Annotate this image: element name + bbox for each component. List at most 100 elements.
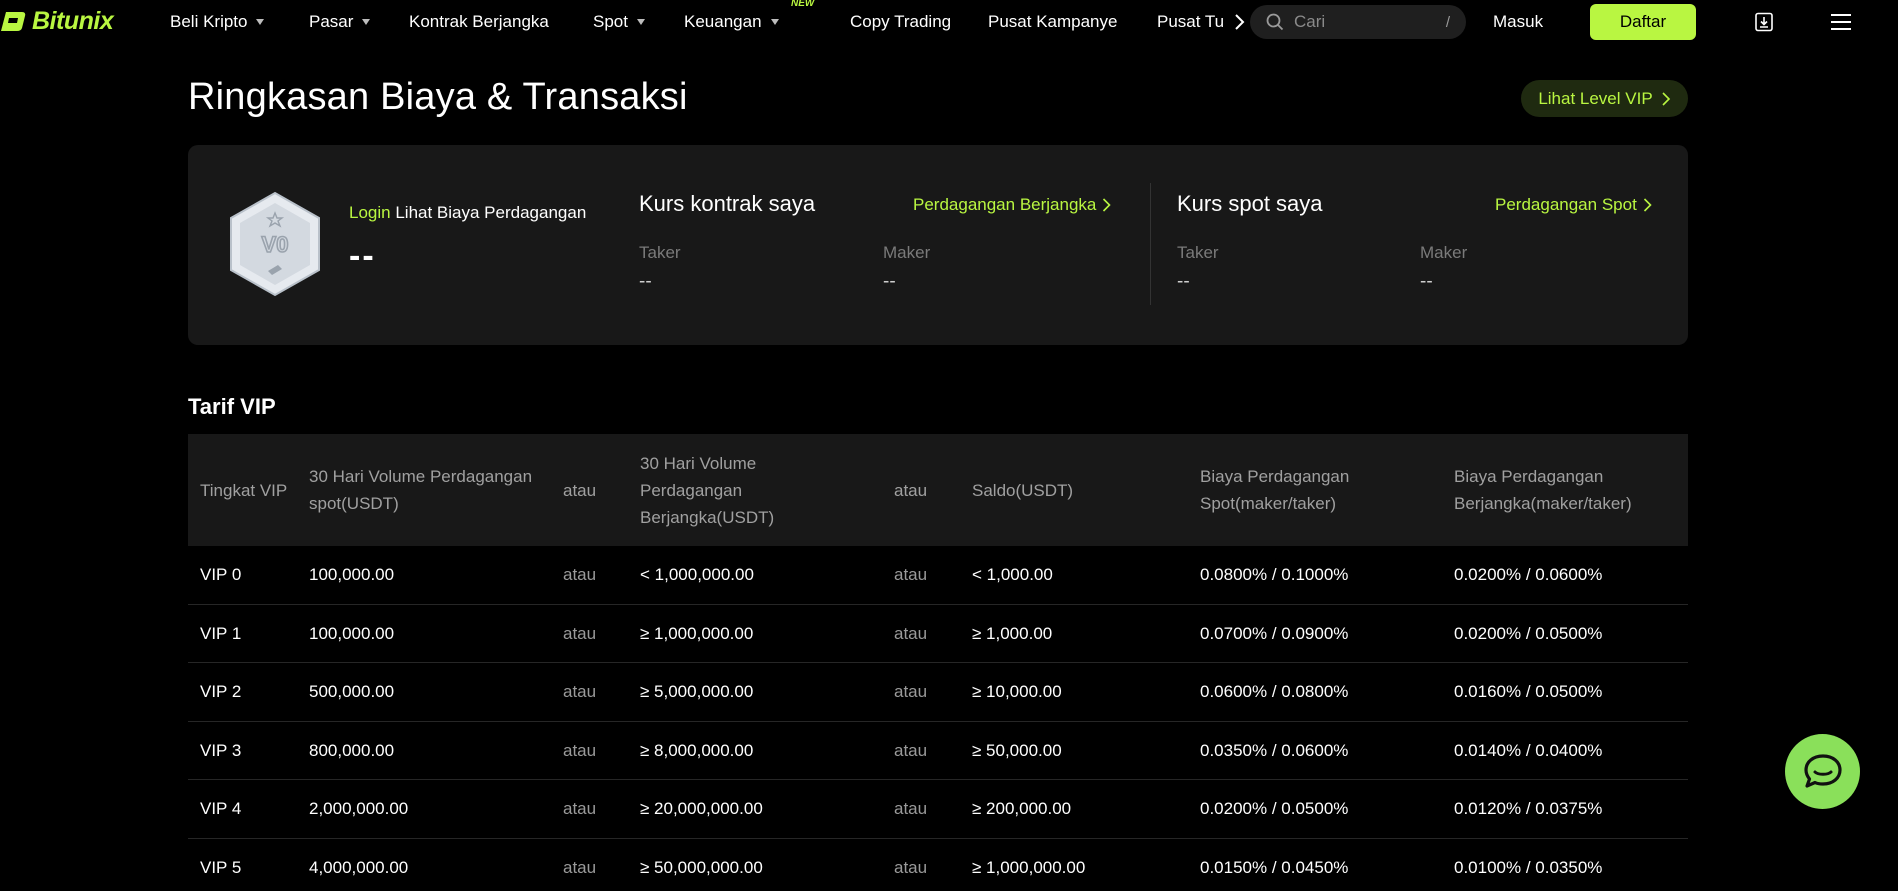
cell-or: atau bbox=[894, 682, 928, 702]
table-row: VIP 4 2,000,000.00 atau ≥ 20,000,000.00 … bbox=[188, 780, 1688, 839]
login-link-card[interactable]: Login bbox=[349, 203, 391, 222]
spot-trading-link[interactable]: Perdagangan Spot bbox=[1495, 195, 1652, 215]
bitunix-logo[interactable]: Bitunix bbox=[0, 4, 114, 38]
th-or-1: atau bbox=[563, 480, 597, 500]
nav-label: Pasar bbox=[309, 12, 354, 31]
cell-futures-volume: ≥ 50,000,000.00 bbox=[640, 857, 763, 877]
menu-icon[interactable] bbox=[1830, 13, 1852, 31]
nav-item-pusat-tu[interactable]: Pusat Tu bbox=[1157, 0, 1233, 44]
cell-balance: ≥ 1,000,000.00 bbox=[972, 857, 1086, 877]
vip-badge-icon: V0 bbox=[230, 191, 320, 297]
cell-vip-level: VIP 2 bbox=[200, 682, 242, 702]
th-spot-fee: Biaya Perdagangan Spot(maker/taker) bbox=[1200, 467, 1350, 513]
th-spot-volume: 30 Hari Volume Perdagangan spot(USDT) bbox=[309, 467, 533, 513]
cell-or: atau bbox=[563, 799, 597, 819]
th-or-2: atau bbox=[894, 480, 928, 500]
search-input[interactable] bbox=[1294, 12, 1434, 32]
nav-item-kontrak-berjangka[interactable]: Kontrak Berjangka bbox=[409, 0, 549, 44]
cell-vip-level: VIP 3 bbox=[200, 740, 242, 760]
th-futures-fee: Biaya Perdagangan Berjangka(maker/taker) bbox=[1454, 467, 1632, 513]
nav-item-pasar[interactable]: Pasar bbox=[309, 0, 371, 44]
signup-button[interactable]: Daftar bbox=[1590, 4, 1696, 40]
chevron-down-icon bbox=[362, 19, 371, 25]
cell-balance: ≥ 1,000.00 bbox=[972, 623, 1053, 643]
contract-maker-value: -- bbox=[883, 271, 896, 292]
cell-spot-volume: 2,000,000.00 bbox=[309, 799, 409, 819]
cell-balance: ≥ 200,000.00 bbox=[972, 799, 1072, 819]
futures-trading-link[interactable]: Perdagangan Berjangka bbox=[913, 195, 1112, 215]
cell-spot-volume: 100,000.00 bbox=[309, 565, 395, 584]
nav-label: Pusat Tu bbox=[1157, 12, 1225, 31]
spot-taker-value: -- bbox=[1177, 271, 1190, 292]
chevron-right-icon[interactable] bbox=[1230, 12, 1250, 32]
cell-spot-volume: 800,000.00 bbox=[309, 740, 395, 760]
cell-futures-volume: ≥ 1,000,000.00 bbox=[640, 623, 754, 643]
contract-rate-title: Kurs kontrak saya bbox=[639, 191, 816, 216]
vip-rates-table: Tingkat VIP 30 Hari Volume Perdagangan s… bbox=[188, 434, 1688, 891]
cell-balance: < 1,000.00 bbox=[972, 565, 1053, 584]
cell-spot-fee: 0.0700% / 0.0900% bbox=[1200, 623, 1349, 643]
cell-futures-volume: < 1,000,000.00 bbox=[640, 565, 754, 584]
login-prompt: Login Lihat Biaya Perdagangan bbox=[349, 203, 586, 223]
cell-futures-volume: ≥ 20,000,000.00 bbox=[640, 799, 763, 819]
cell-or: atau bbox=[894, 623, 928, 643]
cell-futures-fee: 0.0100% / 0.0350% bbox=[1454, 857, 1603, 877]
nav-item-spot[interactable]: Spot bbox=[593, 0, 645, 44]
view-vip-level-label: Lihat Level VIP bbox=[1538, 88, 1653, 108]
cell-spot-volume: 500,000.00 bbox=[309, 682, 395, 702]
cell-vip-level: VIP 4 bbox=[200, 799, 242, 819]
table-row: VIP 5 4,000,000.00 atau ≥ 50,000,000.00 … bbox=[188, 839, 1688, 891]
nav-item-copy-trading[interactable]: Copy Trading bbox=[850, 0, 951, 44]
nav-item-keuangan[interactable]: Keuangan NEW bbox=[684, 0, 814, 44]
nav-label: Kontrak Berjangka bbox=[409, 12, 549, 31]
spot-maker-value: -- bbox=[1420, 271, 1433, 292]
vip-level-value: -- bbox=[349, 237, 376, 275]
badge-text: V0 bbox=[262, 232, 289, 257]
cell-or: atau bbox=[563, 857, 597, 877]
nav-label: Copy Trading bbox=[850, 12, 952, 31]
top-nav: Bitunix Beli Kripto Pasar Kontrak Berjan… bbox=[0, 0, 1898, 44]
view-vip-level-button[interactable]: Lihat Level VIP bbox=[1521, 80, 1688, 117]
cell-futures-volume: ≥ 8,000,000.00 bbox=[640, 740, 754, 760]
cell-futures-fee: 0.0160% / 0.0500% bbox=[1454, 682, 1603, 702]
search-shortcut: / bbox=[1445, 13, 1450, 31]
cell-or: atau bbox=[894, 857, 928, 877]
vip-rates-title: Tarif VIP bbox=[188, 394, 276, 419]
cell-spot-fee: 0.0600% / 0.0800% bbox=[1200, 682, 1349, 702]
cell-futures-fee: 0.0200% / 0.0600% bbox=[1454, 565, 1603, 584]
cell-vip-level: VIP 0 bbox=[200, 565, 242, 584]
cell-or: atau bbox=[894, 799, 928, 819]
contract-maker-label: Maker bbox=[883, 243, 931, 262]
cell-balance: ≥ 10,000.00 bbox=[972, 682, 1062, 702]
bitunix-logo-icon bbox=[1, 12, 26, 31]
nav-item-beli-kripto[interactable]: Beli Kripto bbox=[170, 0, 265, 44]
chat-bubble-icon bbox=[1803, 753, 1842, 788]
support-chat-button[interactable] bbox=[1785, 734, 1860, 809]
login-link[interactable]: Masuk bbox=[1493, 0, 1543, 44]
cell-vip-level: VIP 5 bbox=[200, 857, 242, 877]
cell-or: atau bbox=[894, 565, 928, 584]
cell-futures-fee: 0.0120% / 0.0375% bbox=[1454, 799, 1603, 819]
cell-or: atau bbox=[563, 682, 597, 702]
th-futures-volume: 30 Hari Volume Perdagangan Berjangka(USD… bbox=[640, 453, 775, 527]
cell-or: atau bbox=[563, 623, 597, 643]
brand-name: Bitunix bbox=[32, 6, 114, 35]
nav-item-pusat-kampanye[interactable]: Pusat Kampanye bbox=[988, 0, 1117, 44]
spot-taker-label: Taker bbox=[1177, 243, 1219, 262]
contract-taker-label: Taker bbox=[639, 243, 681, 262]
table-row: VIP 3 800,000.00 atau ≥ 8,000,000.00 ata… bbox=[188, 722, 1688, 781]
cell-spot-volume: 4,000,000.00 bbox=[309, 857, 409, 877]
nav-label: Keuangan bbox=[684, 12, 762, 31]
download-icon[interactable] bbox=[1754, 12, 1774, 32]
table-header: Tingkat VIP 30 Hari Volume Perdagangan s… bbox=[188, 434, 1688, 546]
cell-futures-volume: ≥ 5,000,000.00 bbox=[640, 682, 754, 702]
card-divider bbox=[1150, 183, 1151, 305]
th-balance: Saldo(USDT) bbox=[972, 480, 1074, 500]
chevron-down-icon bbox=[256, 19, 265, 25]
login-prompt-text: Lihat Biaya Perdagangan bbox=[395, 203, 587, 222]
nav-label: Beli Kripto bbox=[170, 12, 248, 31]
th-vip-level: Tingkat VIP bbox=[200, 480, 288, 500]
cell-or: atau bbox=[894, 740, 928, 760]
table-row: VIP 1 100,000.00 atau ≥ 1,000,000.00 ata… bbox=[188, 605, 1688, 664]
search-box[interactable]: / bbox=[1250, 5, 1466, 39]
